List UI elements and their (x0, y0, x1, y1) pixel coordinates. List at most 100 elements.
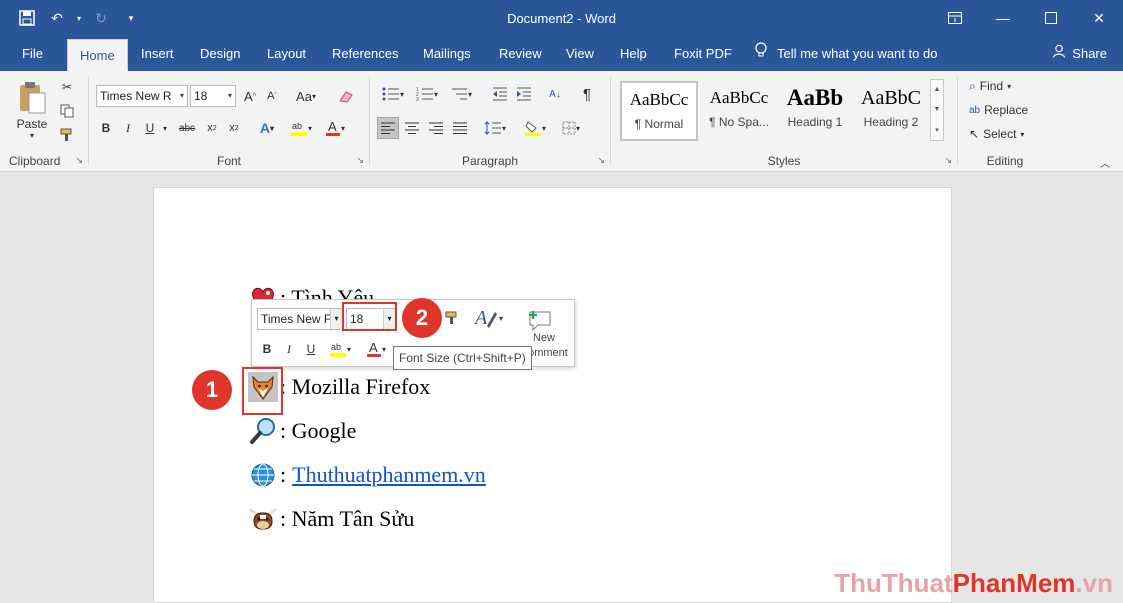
tell-me-box[interactable]: Tell me what you want to do (755, 36, 937, 71)
mini-font-color-icon[interactable]: A ▾ (360, 338, 392, 360)
underline-dropdown-icon[interactable]: ▾ (160, 117, 170, 139)
style-preview: AaBbCc (709, 88, 769, 107)
align-right-icon[interactable] (425, 117, 447, 139)
close-icon[interactable]: ✕ (1075, 0, 1123, 36)
undo-icon[interactable]: ↶ (44, 6, 70, 30)
underline-icon[interactable]: U (140, 117, 160, 139)
title-bar: ↶ ▾ ↻ ▾ Document2 - Word — ✕ (0, 0, 1123, 36)
save-icon[interactable] (14, 6, 40, 30)
styles-launcher-icon[interactable]: ↘ (944, 155, 952, 166)
paste-button[interactable]: Paste ▾ (10, 77, 54, 143)
more-styles-icon[interactable]: ▾ (935, 126, 939, 134)
font-launcher-icon[interactable]: ↘ (356, 155, 364, 166)
undo-dropdown-icon[interactable]: ▾ (74, 6, 84, 30)
text-effects-icon[interactable]: A ▾ (254, 117, 280, 139)
line-spacing-icon[interactable]: ▾ (479, 117, 511, 139)
shading-icon[interactable]: ▾ (519, 117, 551, 139)
doc-line[interactable]: : Google (248, 416, 356, 446)
paragraph-launcher-icon[interactable]: ↘ (597, 155, 605, 166)
separator (957, 77, 958, 165)
mini-highlight-icon[interactable]: ab ▾ (324, 338, 356, 360)
collapse-ribbon-icon[interactable]: ︿ (1098, 155, 1112, 170)
mini-font-name-combo[interactable]: Times New F ▾ (257, 308, 343, 330)
chevron-down-icon[interactable]: ▼ (934, 106, 941, 113)
chevron-down-icon: ▾ (179, 91, 184, 100)
copy-icon[interactable] (56, 101, 78, 121)
numbering-icon[interactable]: 1 2 3 ▾ (411, 83, 443, 105)
clipboard-launcher-icon[interactable]: ↘ (75, 155, 83, 166)
clear-formatting-icon[interactable] (335, 85, 357, 107)
select-button[interactable]: ↖ Select ▾ (969, 124, 1024, 144)
increase-indent-icon[interactable] (513, 83, 535, 105)
tab-help[interactable]: Help (608, 36, 659, 71)
style-normal[interactable]: AaBbCc ¶ Normal (620, 81, 698, 141)
mini-underline-icon[interactable]: U (302, 338, 320, 360)
find-button[interactable]: ⌕ Find ▾ (969, 76, 1011, 96)
tab-mailings[interactable]: Mailings (411, 36, 483, 71)
doc-line-text: : Mozilla Firefox (280, 374, 431, 399)
maximize-icon[interactable] (1027, 0, 1075, 36)
superscript-icon[interactable]: x2 (224, 117, 244, 139)
borders-icon[interactable]: ▾ (555, 117, 587, 139)
align-left-icon[interactable] (377, 117, 399, 139)
watermark-part-2: PhanMem (952, 568, 1076, 598)
share-button[interactable]: Share (1052, 36, 1107, 71)
bold-icon[interactable]: B (96, 117, 116, 139)
editing-group: ⌕ Find ▾ ab Replace ↖ Select ▾ Editing (959, 71, 1051, 171)
justify-icon[interactable] (449, 117, 471, 139)
tab-foxit-pdf[interactable]: Foxit PDF (662, 36, 744, 71)
window-controls: — ✕ (931, 0, 1123, 36)
doc-link[interactable]: Thuthuatphanmem.vn (292, 462, 486, 488)
highlight-color-icon[interactable]: ab ▾ (286, 117, 316, 139)
tab-home[interactable]: Home (67, 39, 128, 71)
font-name-combo[interactable]: Times New R ▾ (96, 85, 188, 107)
tab-insert[interactable]: Insert (129, 36, 186, 71)
mini-format-painter-icon[interactable] (442, 306, 462, 330)
font-color-icon[interactable]: A ▾ (320, 117, 350, 139)
chevron-up-icon[interactable]: ▲ (934, 86, 941, 93)
ribbon-tabs: File Home Insert Design Layout Reference… (0, 36, 1123, 71)
cut-icon[interactable]: ✂ (56, 77, 78, 97)
redo-icon[interactable]: ↻ (88, 6, 114, 30)
align-center-icon[interactable] (401, 117, 423, 139)
strikethrough-icon[interactable]: abc (174, 117, 200, 139)
customize-qat-icon[interactable]: ▾ (118, 6, 144, 30)
sort-icon[interactable]: A↓ (543, 83, 567, 105)
decrease-indent-icon[interactable] (489, 83, 511, 105)
styles-gallery-scroll[interactable]: ▲ ▼ ▾ (930, 79, 944, 141)
minimize-icon[interactable]: — (979, 0, 1027, 36)
mini-styles-icon[interactable]: A ▾ (470, 304, 506, 332)
italic-icon[interactable]: I (118, 117, 138, 139)
clipboard-icon (20, 81, 46, 113)
svg-text:3: 3 (416, 97, 419, 101)
bullets-icon[interactable]: ▾ (377, 83, 409, 105)
style-heading-1[interactable]: AaBb Heading 1 (776, 81, 854, 141)
doc-line[interactable]: : Thuthuatphanmem.vn (248, 460, 486, 490)
step-badge-2: 2 (402, 298, 442, 338)
doc-line[interactable]: : Năm Tân Sửu (248, 504, 414, 534)
style-heading-2[interactable]: AaBbC Heading 2 (852, 81, 930, 141)
chevron-down-icon: ▾ (330, 309, 342, 329)
mini-new-comment-label[interactable]: New (514, 332, 574, 344)
mini-italic-icon[interactable]: I (280, 338, 298, 360)
mini-bold-icon[interactable]: B (258, 338, 276, 360)
replace-button[interactable]: ab Replace (969, 100, 1028, 120)
tab-view[interactable]: View (554, 36, 606, 71)
subscript-icon[interactable]: x2 (202, 117, 222, 139)
change-case-button[interactable]: Aa ▾ (292, 85, 320, 107)
shrink-font-icon[interactable]: Aˇ (262, 85, 282, 107)
grow-font-icon[interactable]: A ^ (240, 85, 260, 107)
tab-design[interactable]: Design (188, 36, 252, 71)
show-formatting-marks-icon[interactable]: ¶ (577, 83, 597, 105)
emoji-highlight-box (242, 367, 283, 415)
tab-layout[interactable]: Layout (255, 36, 318, 71)
tab-references[interactable]: References (320, 36, 410, 71)
multilevel-list-icon[interactable]: ▾ (445, 83, 477, 105)
change-case-label: Aa (296, 88, 312, 104)
tab-file[interactable]: File (10, 36, 55, 71)
tab-review[interactable]: Review (487, 36, 554, 71)
font-size-combo[interactable]: 18 ▾ (190, 85, 236, 107)
format-painter-icon[interactable] (56, 125, 78, 145)
style-no-spacing[interactable]: AaBbCc ¶ No Spa... (700, 81, 778, 141)
ribbon-display-options-icon[interactable] (931, 0, 979, 36)
